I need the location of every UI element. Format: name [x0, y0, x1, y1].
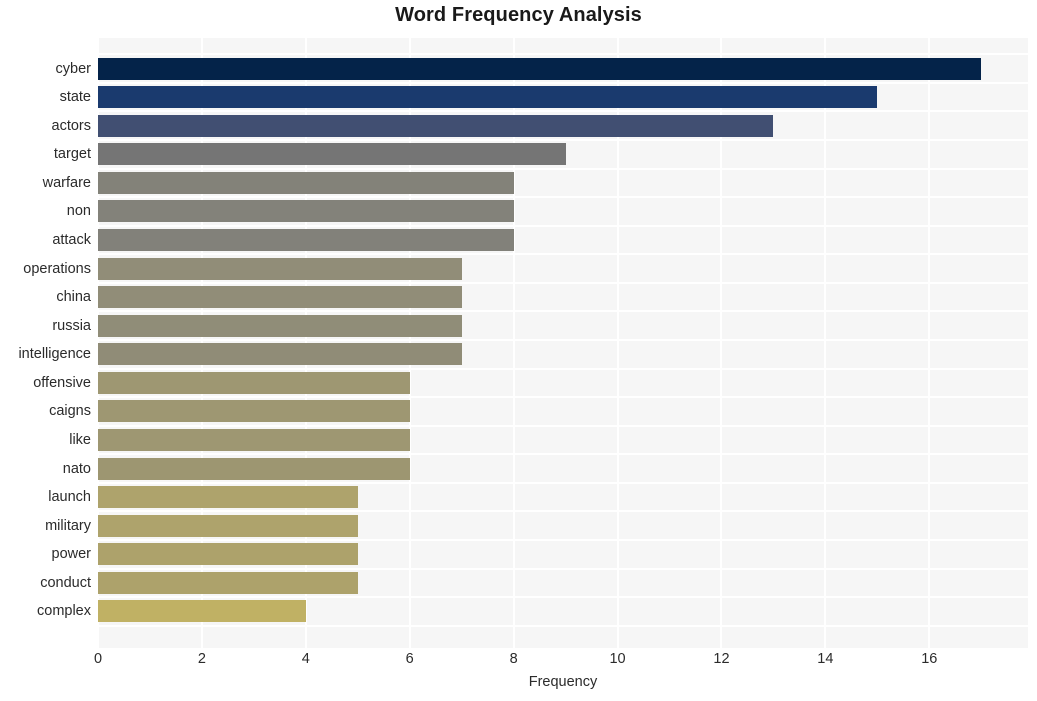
y-axis-tick-label: military	[45, 517, 91, 534]
x-axis-tick-label: 16	[921, 651, 938, 667]
y-axis-tick-label: power	[51, 546, 92, 563]
y-axis-tick-label: launch	[48, 489, 91, 506]
y-axis-tick-label: china	[56, 289, 91, 306]
x-axis-tick-label: 4	[301, 651, 310, 667]
y-axis-tick-label: nato	[62, 460, 91, 477]
y-axis-tick-label: like	[69, 432, 91, 448]
chart-title: Word Frequency Analysis	[395, 4, 642, 26]
y-axis-tick-label: non	[66, 203, 91, 220]
y-axis-tick-label: warfare	[42, 174, 91, 191]
y-axis-tick-label: conduct	[40, 574, 91, 591]
y-axis-tick-label: state	[59, 89, 91, 106]
y-axis-tick-label: actors	[51, 117, 92, 134]
y-axis-tick-label: intelligence	[18, 346, 91, 363]
y-axis-tick-label: russia	[52, 317, 91, 334]
y-axis-tick-label: caigns	[49, 403, 91, 420]
x-axis-tick-label: 2	[197, 651, 206, 667]
x-axis-tick-label: 14	[817, 651, 834, 667]
y-axis-tick-label: complex	[37, 603, 91, 620]
x-axis-tick-label: 10	[609, 651, 626, 667]
x-axis-tick-label: 6	[405, 651, 414, 667]
y-axis-tick-label: target	[53, 146, 91, 163]
x-axis-tick-label: 0	[93, 651, 103, 667]
x-axis-label: Frequency	[528, 674, 598, 690]
y-axis-tick-labels: cyber state actors target warfare non attack op…	[0, 38, 1037, 648]
y-axis-tick-label: attack	[52, 232, 91, 248]
y-axis-tick-label: operations	[23, 260, 91, 277]
x-axis-tick-label: 8	[509, 651, 518, 667]
word-frequency-chart: Word Frequency Analysis cyber state actors…	[0, 0, 1037, 701]
x-axis-tick-label: 12	[713, 651, 730, 667]
x-axis-tick-labels: 0 2 4 6 8 10 12 14 16	[0, 651, 1037, 675]
y-axis-tick-label: offensive	[33, 374, 91, 391]
y-axis-tick-label: cyber	[55, 60, 91, 77]
